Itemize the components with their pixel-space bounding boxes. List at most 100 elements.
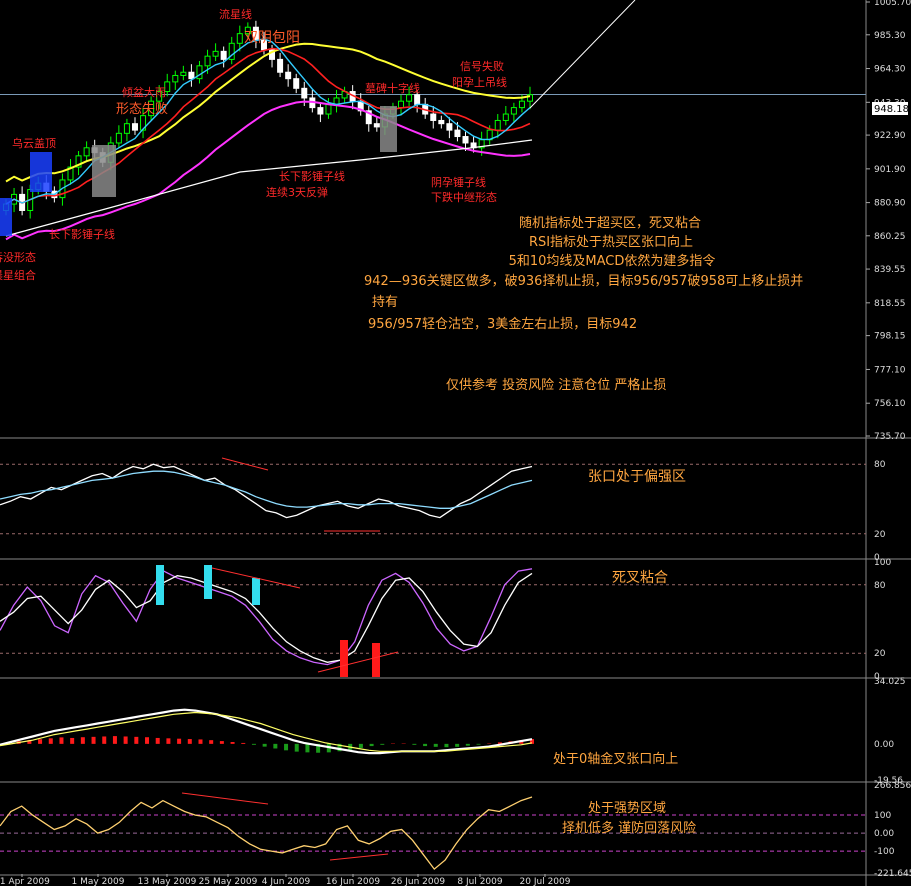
- chart-stage: 1005.70985.30964.30943.30922.90901.90880…: [0, 0, 911, 886]
- price-tick-label: 922.90: [874, 131, 906, 141]
- macd-histogram-bar: [123, 736, 128, 744]
- current-price-label: 948.18: [874, 104, 909, 115]
- stochastic-note: 死叉粘合: [612, 570, 668, 586]
- candle-body: [220, 50, 227, 60]
- commentary-line-2: RSI指标处于热买区张口向上: [529, 234, 693, 250]
- candle-body: [204, 55, 211, 67]
- signal-bar: [252, 578, 260, 605]
- pattern-highlight-box: [30, 152, 52, 192]
- candle-body: [301, 87, 308, 99]
- rsi-series-line: [0, 470, 533, 509]
- macd-histogram-bar: [412, 743, 417, 745]
- pattern-highlight-box: [92, 145, 116, 197]
- pattern-label-hammer-2: 长下影锤子线: [279, 169, 345, 183]
- pattern-highlight-box: [380, 106, 397, 152]
- candle-body: [373, 123, 380, 128]
- pattern-label-rebound: 连续3天反弹: [266, 185, 328, 199]
- macd-histogram-bar: [48, 738, 53, 744]
- pattern-label-morning-star: 晨星组合: [0, 268, 36, 282]
- pattern-label-continuation: 下跌中继形态: [431, 190, 497, 204]
- date-tick-label: 25 May 2009: [199, 877, 258, 886]
- candle-body: [123, 123, 130, 134]
- pattern-label-signal-failed: 信号失败: [460, 59, 504, 73]
- price-tick-label: 839.55: [874, 265, 906, 275]
- candle-body: [277, 58, 284, 73]
- candle-body: [502, 113, 509, 121]
- pattern-label-double-bear: 双阴包阳: [244, 30, 300, 46]
- price-tick-label: 798.15: [874, 332, 906, 342]
- stoch-tick-label: 20: [874, 649, 886, 659]
- date-tick-label: 1 May 2009: [72, 877, 125, 886]
- price-tick-label: 860.25: [874, 232, 906, 242]
- price-tick-label: 985.30: [874, 31, 906, 41]
- candle-body: [83, 147, 90, 157]
- divergence-line: [181, 792, 269, 805]
- macd-histogram-bar: [294, 743, 299, 752]
- candle-body: [414, 94, 421, 105]
- macd-histogram-bar: [262, 743, 267, 747]
- candle-body: [406, 94, 413, 102]
- cci-tick-label: 0.00: [874, 829, 894, 839]
- macd-histogram-bar: [476, 743, 481, 745]
- date-tick-label: 26 Jun 2009: [391, 877, 445, 886]
- macd-histogram-bar: [219, 741, 224, 744]
- candle-body: [446, 123, 453, 131]
- rsi-tick-label: 20: [874, 530, 886, 540]
- candle-body: [510, 107, 517, 115]
- price-tick-label: 901.90: [874, 165, 906, 175]
- macd-histogram-bar: [380, 743, 385, 745]
- candle-body: [454, 129, 461, 138]
- date-tick-label: 21 Apr 2009: [0, 877, 50, 886]
- commentary-line-5: 持有: [372, 295, 398, 310]
- macd-histogram-bar: [155, 737, 160, 744]
- current-price-marker: 948.18: [872, 102, 909, 115]
- cci-tick-label: 100: [874, 811, 891, 821]
- stoch-tick-label: 80: [874, 581, 886, 591]
- candle-body: [212, 50, 219, 57]
- candle-body: [462, 136, 469, 144]
- macd-histogram-bar: [444, 743, 449, 748]
- macd-histogram-bar: [91, 736, 96, 744]
- pattern-label-harami-hammer: 阴孕锤子线: [431, 175, 486, 189]
- candle-body: [317, 107, 324, 115]
- date-tick-label: 13 May 2009: [138, 877, 197, 886]
- price-tick-label: 735.70: [874, 432, 906, 442]
- candle-body: [325, 103, 332, 115]
- pattern-label-pouring-rain: 倾盆大雨: [122, 85, 166, 99]
- cci-note-2: 择机低多 谨防回落风险: [562, 820, 696, 836]
- commentary-line-1: 随机指标处于超买区，死叉粘合: [519, 216, 701, 231]
- macd-tick-label: 0.00: [874, 740, 894, 750]
- macd-histogram-bar: [70, 737, 75, 744]
- commentary-line-6: 956/957轻仓沽空，3美金左右止损，目标942: [368, 316, 637, 332]
- macd-histogram-bar: [230, 742, 235, 744]
- macd-histogram-bar: [145, 737, 150, 744]
- rsi-series-line: [0, 463, 533, 519]
- macd-panel: [0, 708, 534, 755]
- stochastic-series-line: [0, 568, 533, 666]
- signal-bar: [204, 565, 212, 599]
- candle-body: [172, 74, 179, 83]
- rsi-panel: [0, 457, 866, 535]
- macd-note: 处于0轴金叉张口向上: [553, 751, 678, 767]
- pattern-label-dark-cloud: 乌云盖顶: [12, 136, 56, 150]
- candle-body: [398, 100, 405, 109]
- candle-body: [518, 100, 525, 109]
- macd-histogram-bar: [177, 738, 182, 744]
- candle-body: [131, 123, 138, 131]
- macd-histogram-bar: [166, 738, 171, 744]
- macd-histogram-bar: [241, 742, 246, 744]
- disclaimer-text: 仅供参考 投资风险 注意仓位 严格止损: [446, 377, 666, 393]
- macd-histogram-bar: [112, 736, 117, 744]
- pattern-label-failure: 形态失败: [116, 102, 168, 117]
- date-tick-label: 4 Jun 2009: [262, 877, 311, 886]
- macd-histogram-bar: [198, 739, 203, 744]
- macd-histogram-bar: [209, 740, 214, 744]
- bollinger-lower: [5, 100, 531, 241]
- candle-body: [438, 119, 445, 125]
- stochastic-series-line: [0, 572, 533, 663]
- macd-histogram-bar: [423, 743, 428, 747]
- date-tick-label: 16 Jun 2009: [326, 877, 380, 886]
- macd-histogram-bar: [305, 743, 310, 753]
- macd-histogram-bar: [369, 743, 374, 747]
- date-tick-label: 20 Jul 2009: [520, 877, 571, 886]
